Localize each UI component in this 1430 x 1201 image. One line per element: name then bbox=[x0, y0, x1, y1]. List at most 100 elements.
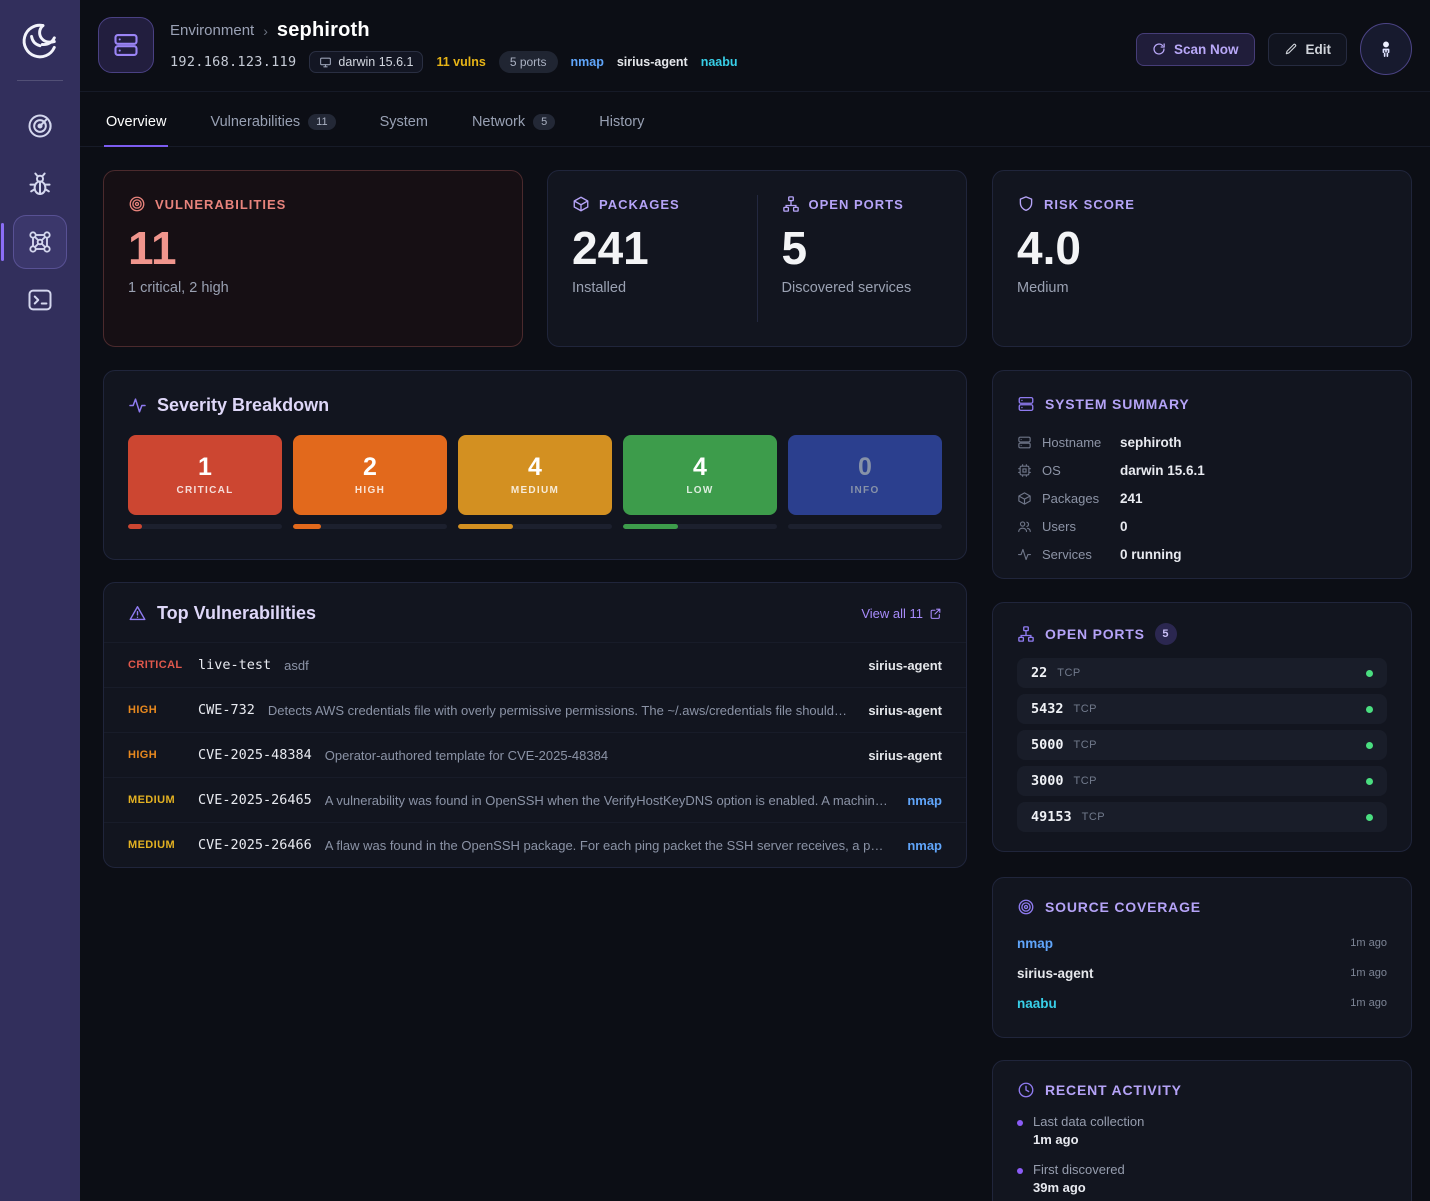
vulnerability-row[interactable]: MEDIUM CVE-2025-26466 A flaw was found i… bbox=[104, 822, 966, 867]
vulns-count-badge: 11 vulns bbox=[436, 55, 485, 69]
scan-now-button[interactable]: Scan Now bbox=[1136, 33, 1255, 66]
view-all-link[interactable]: View all 11 bbox=[861, 606, 942, 621]
severity-box-critical: 1 CRITICAL bbox=[128, 435, 282, 515]
port-row[interactable]: 3000 TCP bbox=[1017, 766, 1387, 796]
breadcrumb-parent[interactable]: Environment bbox=[170, 22, 254, 39]
port-row[interactable]: 49153 TCP bbox=[1017, 802, 1387, 832]
risk-score-value: 4.0 bbox=[1017, 225, 1387, 271]
refresh-icon bbox=[1152, 42, 1166, 56]
vulnerabilities-stat-card: VULNERABILITIES 11 1 critical, 2 high bbox=[103, 170, 523, 347]
source-row-sirius-agent: sirius-agent 1m ago bbox=[1017, 958, 1387, 988]
summary-row-users: Users 0 bbox=[1017, 512, 1387, 540]
port-row[interactable]: 5432 TCP bbox=[1017, 694, 1387, 724]
severity-box-info: 0 INFO bbox=[788, 435, 942, 515]
port-row[interactable]: 5000 TCP bbox=[1017, 730, 1387, 760]
vulnerability-row[interactable]: MEDIUM CVE-2025-26465 A vulnerability wa… bbox=[104, 777, 966, 822]
open-ports-stat: OPEN PORTS 5 Discovered services bbox=[757, 195, 967, 322]
avatar[interactable] bbox=[1360, 23, 1412, 75]
vulnerabilities-stat-title: VULNERABILITIES bbox=[128, 195, 498, 213]
sidebar bbox=[0, 0, 80, 1201]
os-pill: darwin 15.6.1 bbox=[309, 51, 423, 73]
severity-bar-info bbox=[788, 524, 942, 529]
wolf-logo[interactable] bbox=[17, 18, 63, 64]
vulnerability-row[interactable]: HIGH CWE-732 Detects AWS credentials fil… bbox=[104, 687, 966, 732]
network-nodes-icon bbox=[26, 228, 54, 256]
ports-count-badge: 5 ports bbox=[499, 51, 558, 73]
warning-icon bbox=[128, 604, 147, 623]
tab-vulnerabilities-label: Vulnerabilities bbox=[210, 114, 300, 130]
clock-icon bbox=[1017, 1081, 1035, 1099]
severity-breakdown-title: Severity Breakdown bbox=[128, 395, 942, 416]
breadcrumb: Environment › sephiroth bbox=[170, 19, 738, 42]
vulnerability-source: sirius-agent bbox=[868, 658, 942, 673]
risk-score-subtitle: Medium bbox=[1017, 280, 1387, 296]
tab-network-badge: 5 bbox=[533, 114, 555, 130]
vulnerability-row[interactable]: CRITICAL live-test asdf sirius-agent bbox=[104, 642, 966, 687]
summary-row-hostname: Hostname sephiroth bbox=[1017, 428, 1387, 456]
source-coverage-card: SOURCE COVERAGE nmap 1m ago sirius-agent… bbox=[992, 877, 1412, 1038]
vulnerability-source: nmap bbox=[907, 838, 942, 853]
vulnerability-description: Detects AWS credentials file with overly… bbox=[268, 703, 850, 718]
network-icon bbox=[782, 195, 800, 213]
sidebar-item-vulnerabilities[interactable] bbox=[13, 157, 67, 211]
top-vulnerabilities-card: Top Vulnerabilities View all 11 bbox=[103, 582, 967, 868]
scan-now-label: Scan Now bbox=[1174, 42, 1239, 57]
vulnerability-source: sirius-agent bbox=[868, 703, 942, 718]
severity-box-low: 4 LOW bbox=[623, 435, 777, 515]
tab-network[interactable]: Network 5 bbox=[470, 112, 557, 147]
bullet-dot bbox=[1017, 1120, 1023, 1126]
vulnerability-id: CWE-732 bbox=[198, 702, 255, 718]
tab-vulnerabilities[interactable]: Vulnerabilities 11 bbox=[208, 112, 337, 147]
tab-system[interactable]: System bbox=[378, 112, 430, 147]
severity-label: MEDIUM bbox=[128, 794, 198, 806]
bug-icon bbox=[26, 170, 54, 198]
summary-row-os: OS darwin 15.6.1 bbox=[1017, 456, 1387, 484]
server-icon bbox=[1017, 395, 1035, 413]
severity-bar-low bbox=[623, 524, 777, 529]
server-icon bbox=[1017, 435, 1032, 450]
vulnerability-description: Operator-authored template for CVE-2025-… bbox=[325, 748, 851, 763]
pulse-icon bbox=[1017, 547, 1032, 562]
pulse-icon bbox=[128, 396, 147, 415]
top-vulnerabilities-title: Top Vulnerabilities bbox=[128, 603, 316, 624]
severity-bar-medium bbox=[458, 524, 612, 529]
risk-score-title: RISK SCORE bbox=[1017, 195, 1387, 213]
severity-label: HIGH bbox=[128, 704, 198, 716]
tab-overview-label: Overview bbox=[106, 114, 166, 130]
port-status-dot bbox=[1366, 814, 1373, 821]
port-row[interactable]: 22 TCP bbox=[1017, 658, 1387, 688]
packages-stat: PACKAGES 241 Installed bbox=[548, 195, 757, 322]
recent-activity-card: RECENT ACTIVITY Last data collection 1m … bbox=[992, 1060, 1412, 1201]
edit-button[interactable]: Edit bbox=[1268, 33, 1348, 66]
tab-network-label: Network bbox=[472, 114, 525, 130]
open-ports-subtitle: Discovered services bbox=[782, 280, 943, 296]
radar-icon bbox=[26, 112, 54, 140]
pencil-icon bbox=[1284, 42, 1298, 56]
open-ports-badge: 5 bbox=[1155, 623, 1177, 645]
monitor-icon bbox=[319, 56, 332, 69]
vulnerability-row[interactable]: HIGH CVE-2025-48384 Operator-authored te… bbox=[104, 732, 966, 777]
tab-vulnerabilities-badge: 11 bbox=[308, 114, 335, 130]
severity-box-medium: 4 MEDIUM bbox=[458, 435, 612, 515]
summary-row-packages: Packages 241 bbox=[1017, 484, 1387, 512]
sidebar-item-scanner[interactable] bbox=[13, 99, 67, 153]
vulnerability-description: A flaw was found in the OpenSSH package.… bbox=[325, 838, 890, 853]
severity-box-high: 2 HIGH bbox=[293, 435, 447, 515]
severity-label: MEDIUM bbox=[128, 839, 198, 851]
sidebar-item-terminal[interactable] bbox=[13, 273, 67, 327]
package-icon bbox=[572, 195, 590, 213]
tab-history[interactable]: History bbox=[597, 112, 646, 147]
packages-subtitle: Installed bbox=[572, 280, 733, 296]
risk-score-card: RISK SCORE 4.0 Medium bbox=[992, 170, 1412, 347]
bullet-dot bbox=[1017, 1168, 1023, 1174]
vulnerability-description: A vulnerability was found in OpenSSH whe… bbox=[325, 793, 890, 808]
sidebar-item-environment[interactable] bbox=[13, 215, 67, 269]
severity-bar-critical bbox=[128, 524, 282, 529]
packages-count: 241 bbox=[572, 225, 733, 271]
open-ports-card: OPEN PORTS 5 22 TCP 5432 TCP bbox=[992, 602, 1412, 852]
source-coverage-title: SOURCE COVERAGE bbox=[1017, 898, 1387, 916]
port-status-dot bbox=[1366, 778, 1373, 785]
page-header: Environment › sephiroth 192.168.123.119 bbox=[80, 0, 1430, 92]
tab-overview[interactable]: Overview bbox=[104, 112, 168, 147]
network-icon bbox=[1017, 625, 1035, 643]
